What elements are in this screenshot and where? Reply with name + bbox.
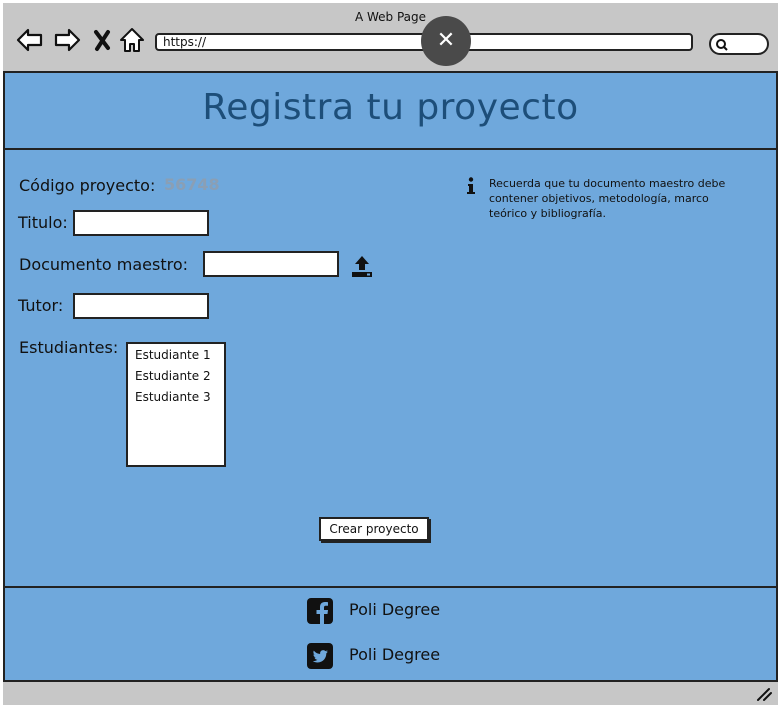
upload-icon[interactable]: [349, 253, 375, 279]
search-icon: [716, 39, 728, 51]
title-label: Titulo:: [18, 213, 68, 232]
browser-search-field[interactable]: [709, 33, 769, 55]
browser-chrome: A Web Page https:// ✕: [3, 3, 778, 73]
list-item[interactable]: Estudiante 1: [128, 344, 224, 365]
info-icon: [467, 177, 475, 194]
document-input[interactable]: [203, 251, 339, 277]
page-footer: Poli Degree Poli Degree: [5, 586, 776, 680]
resize-grip-icon[interactable]: [756, 687, 772, 701]
window-title: A Web Page: [354, 10, 427, 24]
status-bar: [3, 680, 778, 705]
code-label: Código proyecto:: [19, 176, 156, 195]
list-item[interactable]: Estudiante 3: [128, 386, 224, 407]
students-label: Estudiantes:: [19, 338, 119, 357]
page-content: Registra tu proyecto Código proyecto: 56…: [5, 73, 776, 680]
page-header: Registra tu proyecto: [5, 73, 776, 150]
home-icon[interactable]: [117, 25, 147, 55]
facebook-label[interactable]: Poli Degree: [349, 600, 440, 619]
list-item[interactable]: Estudiante 2: [128, 365, 224, 386]
create-project-button[interactable]: Crear proyecto: [319, 517, 429, 541]
stop-x-icon[interactable]: [89, 25, 119, 55]
tutor-label: Tutor:: [18, 296, 64, 315]
close-overlay-button[interactable]: ✕: [421, 16, 471, 66]
forward-arrow-icon[interactable]: [52, 25, 82, 55]
code-value: 56748: [164, 175, 220, 194]
tutor-input[interactable]: [73, 293, 209, 319]
page-title: Registra tu proyecto: [202, 87, 579, 128]
students-listbox[interactable]: Estudiante 1 Estudiante 2 Estudiante 3: [126, 342, 226, 467]
twitter-label[interactable]: Poli Degree: [349, 645, 440, 664]
facebook-icon[interactable]: [306, 597, 334, 625]
title-input[interactable]: [73, 210, 209, 236]
info-text: Recuerda que tu documento maestro debe c…: [489, 177, 726, 220]
twitter-icon[interactable]: [306, 642, 334, 670]
document-label: Documento maestro:: [19, 255, 189, 274]
back-arrow-icon[interactable]: [15, 25, 45, 55]
